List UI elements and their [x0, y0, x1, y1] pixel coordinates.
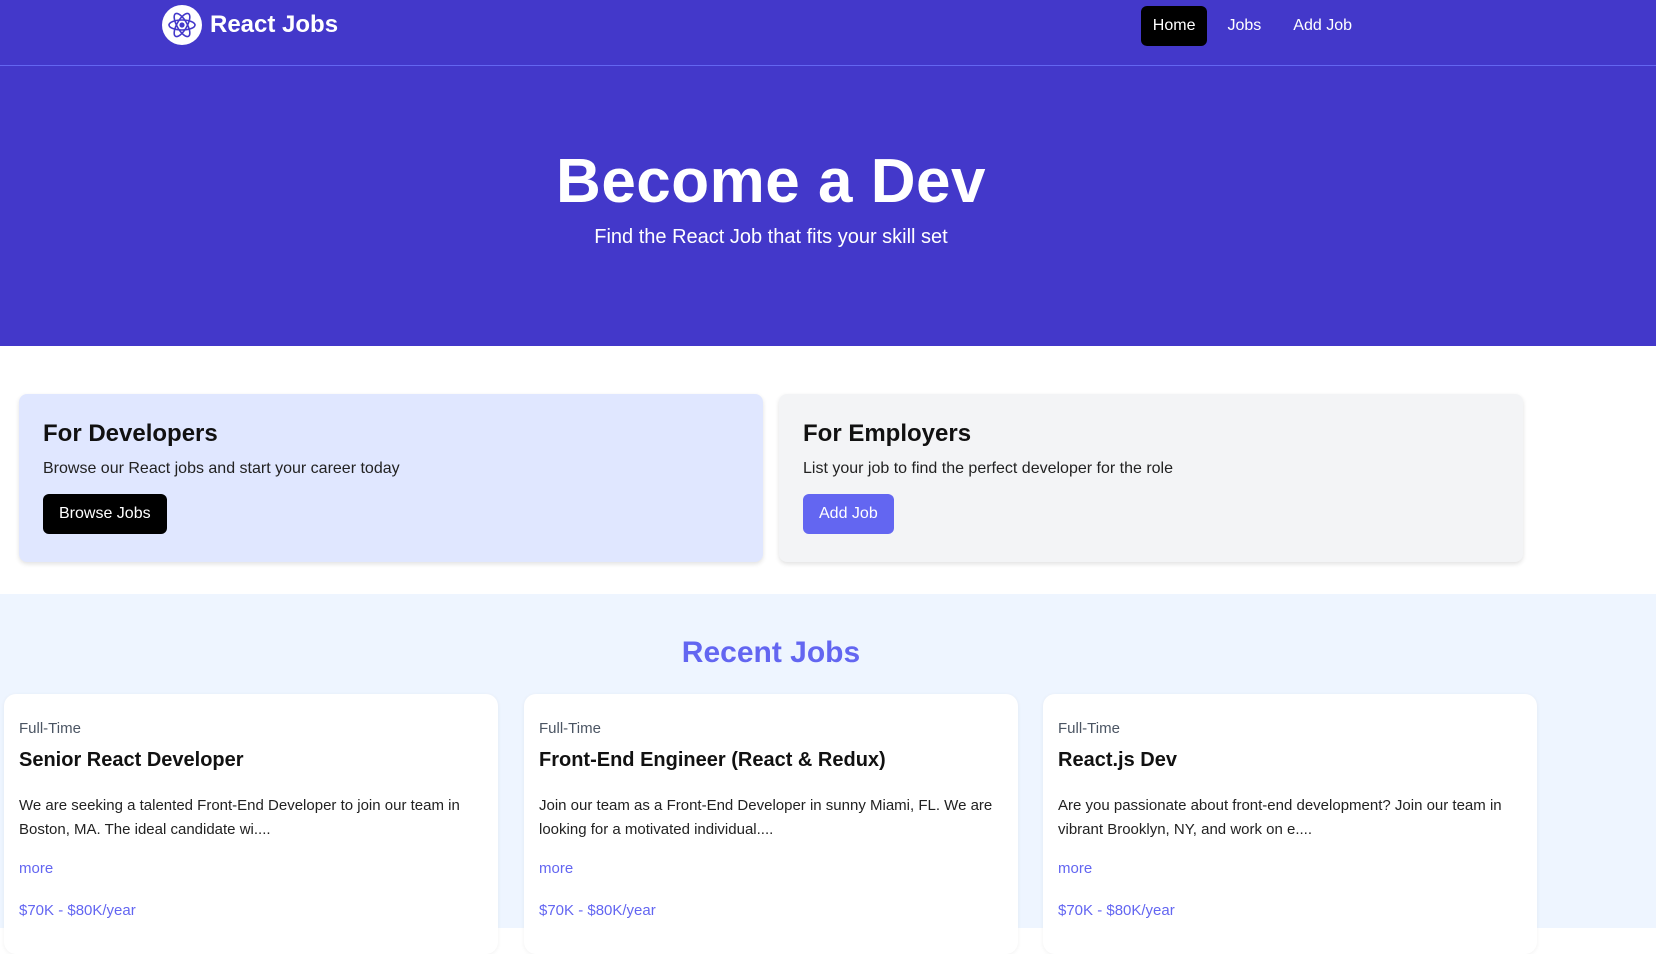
- job-more-link[interactable]: more: [539, 860, 573, 877]
- nav-links: Home Jobs Add Job: [1140, 6, 1364, 46]
- nav-home-link[interactable]: Home: [1140, 6, 1208, 46]
- brand-name: React Jobs: [210, 11, 339, 38]
- job-title: Front-End Engineer (React & Redux): [539, 749, 886, 771]
- job-more-link[interactable]: more: [19, 860, 53, 877]
- hero-subtitle: Find the React Job that fits your skill …: [594, 226, 948, 248]
- react-atom-icon: [162, 5, 202, 45]
- job-type: Full-Time: [19, 720, 81, 737]
- brand-link[interactable]: React Jobs: [162, 5, 338, 45]
- top-navbar: React Jobs Home Jobs Add Job: [0, 0, 1656, 66]
- job-type: Full-Time: [539, 720, 601, 737]
- job-title: Senior React Developer: [19, 749, 244, 771]
- nav-add-job-link[interactable]: Add Job: [1281, 6, 1364, 46]
- employers-card-text: List your job to find the perfect develo…: [803, 460, 1173, 477]
- job-description: Are you passionate about front-end devel…: [1058, 797, 1502, 838]
- employers-card: For Employers List your job to find the …: [779, 394, 1523, 562]
- recent-jobs-heading: Recent Jobs: [681, 636, 861, 669]
- employers-card-title: For Employers: [803, 420, 972, 447]
- hero-section: Become a Dev Find the React Job that fit…: [0, 66, 1656, 346]
- add-job-button[interactable]: Add Job: [803, 494, 894, 534]
- job-salary: $70K - $80K/year: [1058, 902, 1175, 919]
- job-card: Full-Time React.js Dev Are you passionat…: [1043, 694, 1537, 954]
- recent-jobs-section: Recent Jobs Full-Time Senior React Devel…: [0, 594, 1656, 954]
- home-cards-section: For Developers Browse our React jobs and…: [0, 346, 1656, 594]
- job-type: Full-Time: [1058, 720, 1120, 737]
- developers-card-text: Browse our React jobs and start your car…: [43, 460, 400, 477]
- developers-card-title: For Developers: [43, 420, 218, 447]
- hero-title: Become a Dev: [556, 147, 986, 216]
- job-title: React.js Dev: [1058, 749, 1177, 771]
- job-description: Join our team as a Front-End Developer i…: [539, 797, 993, 838]
- job-salary: $70K - $80K/year: [19, 902, 136, 919]
- browse-jobs-button[interactable]: Browse Jobs: [43, 494, 167, 534]
- developers-card: For Developers Browse our React jobs and…: [19, 394, 763, 562]
- nav-jobs-link[interactable]: Jobs: [1215, 6, 1273, 46]
- job-card: Full-Time Senior React Developer We are …: [4, 694, 498, 954]
- job-card: Full-Time Front-End Engineer (React & Re…: [524, 694, 1018, 954]
- job-more-link[interactable]: more: [1058, 860, 1092, 877]
- job-salary: $70K - $80K/year: [539, 902, 656, 919]
- job-description: We are seeking a talented Front-End Deve…: [19, 797, 460, 838]
